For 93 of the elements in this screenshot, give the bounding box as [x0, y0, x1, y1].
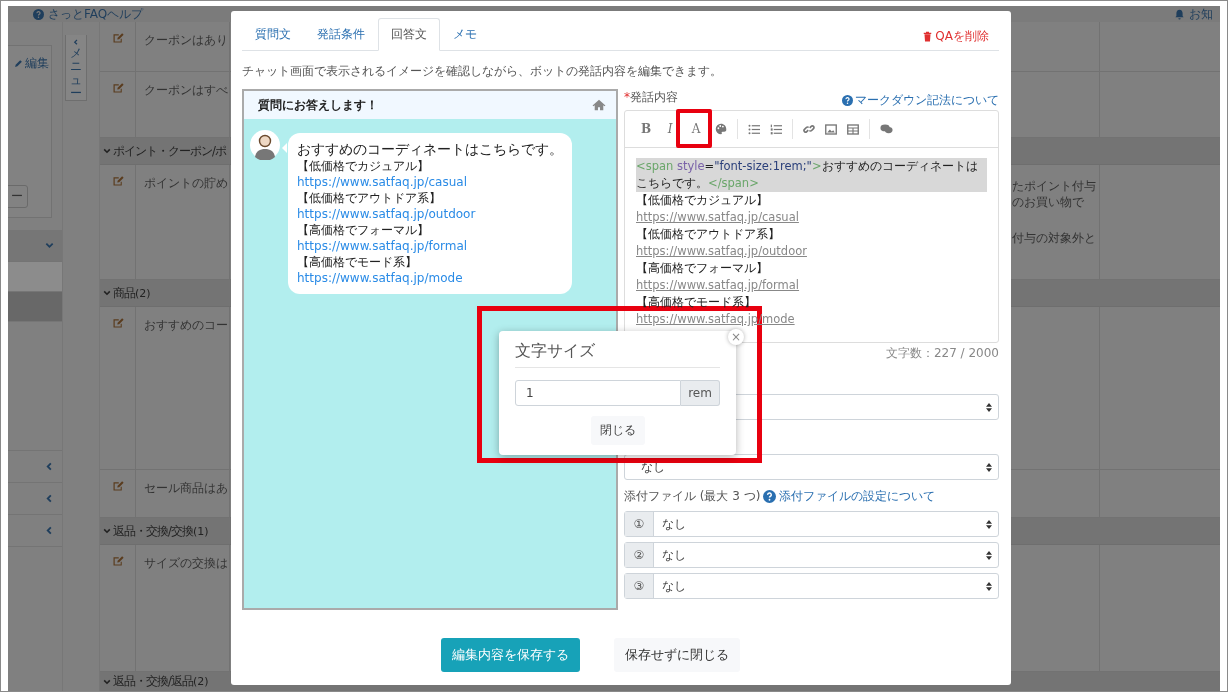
sort-icon — [986, 402, 992, 412]
edit-icon[interactable] — [111, 317, 124, 329]
close-button[interactable]: 閉じる — [590, 416, 645, 445]
index-label: ② — [625, 543, 654, 567]
tab[interactable]: 発話条件 — [304, 18, 378, 51]
edit-icon[interactable] — [111, 175, 124, 187]
message-link[interactable]: https://www.satfaq.jp/outdoor — [297, 206, 563, 222]
cancel-button[interactable]: 保存せずに閉じる — [614, 638, 740, 672]
message-link[interactable]: https://www.satfaq.jp/formal — [297, 238, 563, 254]
tab[interactable]: 質問文 — [242, 18, 304, 51]
sidebar-item[interactable] — [8, 262, 62, 292]
message-text: 【低価格でアウトドア系】 — [297, 190, 442, 206]
editor-text: 【高価格でモード系】 — [636, 294, 757, 311]
sort-icon — [986, 462, 992, 472]
tab[interactable]: メモ — [440, 18, 490, 51]
chevron-down-icon — [45, 241, 54, 250]
message-text: おすすめのコーディネートはこちらです。 — [297, 140, 563, 158]
table-cell-text: ポイントの貯め — [144, 176, 228, 190]
index-label: ① — [625, 512, 654, 536]
pencil-icon — [14, 59, 23, 68]
select-field[interactable]: ② なし — [624, 542, 999, 568]
chevron-down-icon — [103, 527, 111, 535]
index-label: ③ — [625, 574, 654, 598]
editor-text: 【低価格でカジュアル】 — [636, 192, 769, 209]
message-text: 【高価格でフォーマル】 — [297, 222, 430, 238]
chevron-left-icon — [72, 39, 80, 46]
help-link[interactable]: マークダウン記法について — [842, 93, 999, 108]
field-label: *発話内容 — [624, 89, 678, 106]
size-input[interactable]: 1 — [515, 380, 681, 406]
chevron-down-icon — [103, 289, 111, 297]
help-link[interactable]: 添付ファイルの設定について — [779, 488, 936, 505]
numbered-list-icon[interactable] — [770, 123, 782, 135]
message-link[interactable]: https://www.satfaq.jp/mode — [297, 270, 563, 286]
editor-text: 【高価格でフォーマル】 — [636, 260, 769, 277]
unit-label: rem — [681, 380, 720, 406]
bullet-list-icon[interactable] — [748, 123, 760, 135]
tab[interactable]: 回答文 — [378, 18, 440, 51]
table-cell-text: クーポンはすべ — [144, 83, 228, 97]
sort-icon — [986, 519, 992, 529]
sort-icon — [986, 550, 992, 560]
editor-link: https://www.satfaq.jp/formal — [636, 277, 801, 294]
edit-icon[interactable] — [111, 82, 124, 94]
chevron-left-icon — [45, 526, 54, 535]
close-button[interactable]: × — [728, 329, 744, 345]
popover-title: 文字サイズ — [515, 341, 720, 368]
table-icon[interactable] — [847, 123, 859, 135]
sort-icon — [986, 581, 992, 591]
edit-icon[interactable] — [111, 480, 124, 492]
table-cell-text: セール商品はあ — [144, 481, 228, 495]
select-field[interactable]: ① なし — [624, 511, 999, 537]
format-button[interactable]: A — [689, 122, 703, 136]
home-icon[interactable] — [592, 99, 606, 111]
table-cell-text: 付与の対象外と — [1012, 230, 1097, 246]
help-icon — [763, 490, 777, 503]
menu-tab[interactable]: メニュー — [65, 35, 87, 101]
table-cell-text: のお買い物で — [1012, 194, 1085, 210]
bell-icon — [1174, 8, 1185, 20]
message-text: 【低価格でカジュアル】 — [297, 158, 430, 174]
trash-icon — [923, 31, 933, 42]
chat-title: 質問にお答えします！ — [258, 96, 378, 114]
chevron-down-icon — [103, 677, 111, 686]
message-link[interactable]: https://www.satfaq.jp/casual — [297, 174, 563, 190]
image-icon[interactable] — [825, 123, 837, 135]
help-link[interactable]: さっとFAQヘルプ — [33, 6, 144, 23]
table-cell-text: サイズの交換は — [144, 556, 228, 570]
select-field[interactable]: ③ なし — [624, 573, 999, 599]
chevron-left-icon — [45, 462, 54, 471]
notice-link[interactable]: お知 — [1174, 6, 1220, 23]
comments-icon[interactable] — [880, 124, 893, 134]
message-text: 【高価格でモード系】 — [297, 254, 418, 270]
palette-icon[interactable] — [715, 123, 727, 135]
table-cell-text: たポイント付与 — [1012, 178, 1097, 194]
save-button[interactable]: 編集内容を保存する — [441, 638, 580, 672]
edit-icon[interactable] — [111, 32, 124, 44]
chevron-down-icon — [103, 147, 111, 155]
table-cell-text: おすすめのコー — [144, 318, 228, 332]
editor-link: https://www.satfaq.jp/casual — [636, 209, 800, 226]
table-cell-text: クーポンはあり — [144, 33, 228, 47]
help-icon — [842, 95, 853, 106]
editor-text: 【低価格でアウトドア系】 — [636, 226, 781, 243]
delete-link[interactable]: QAを削除 — [923, 28, 989, 45]
edit-link[interactable]: 編集 — [14, 55, 49, 72]
chevron-left-icon — [45, 494, 54, 503]
filter-button[interactable]: ー — [8, 185, 28, 208]
avatar-icon — [250, 130, 280, 160]
field-label: 添付ファイル (最大 3 つ) — [624, 488, 761, 505]
character-count: 文字数：227 / 2000 — [884, 345, 999, 360]
description-text: チャット画面で表示されるイメージを確認しながら、ボットの発話内容を編集できます。 — [242, 63, 723, 80]
edit-icon[interactable] — [111, 555, 124, 567]
format-button[interactable]: I — [663, 122, 677, 136]
format-button[interactable]: B — [639, 122, 653, 136]
editor-link: https://www.satfaq.jp/outdoor — [636, 243, 808, 260]
link-icon[interactable] — [803, 123, 815, 135]
